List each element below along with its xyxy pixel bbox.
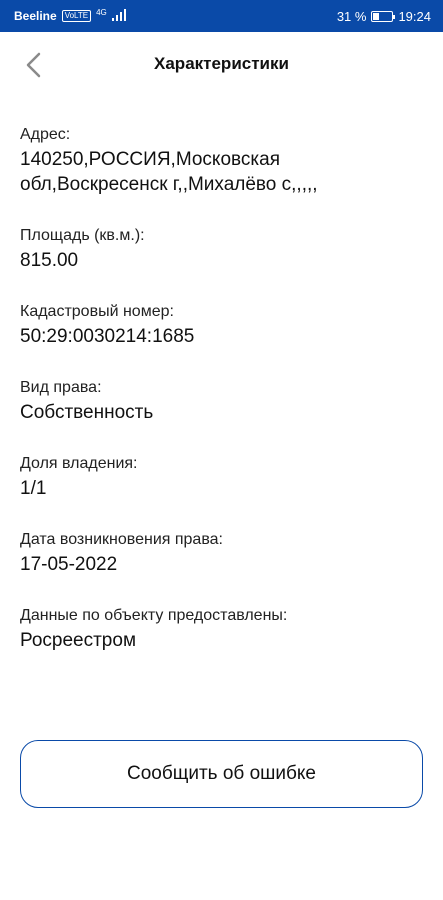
clock: 19:24: [398, 8, 431, 24]
field-label: Вид права:: [20, 379, 102, 396]
characteristics-list: Адрес: 140250,РОССИЯ,Московская обл,Воск…: [20, 124, 424, 681]
field-ownership-share: Доля владения: 1/1: [20, 453, 424, 501]
field-value: 17-05-2022: [20, 554, 118, 575]
battery-fill: [373, 12, 380, 20]
field-value: 140250,РОССИЯ,Московская обл,Воскресенск…: [20, 149, 318, 195]
field-value: 1/1: [20, 478, 47, 499]
field-value: Собственность: [20, 402, 154, 423]
field-label: Адрес:: [20, 126, 71, 143]
field-area: Площадь (кв.м.): 815.00: [20, 225, 424, 273]
field-cadastral-number: Кадастровый номер: 50:29:0030214:1685: [20, 301, 424, 349]
status-bar: Beeline VoLTE 4G 31 % 19:24: [0, 0, 443, 32]
report-error-button[interactable]: Сообщить об ошибке: [20, 740, 423, 808]
signal-icon: [111, 8, 126, 24]
field-value: 815.00: [20, 250, 79, 271]
field-address: Адрес: 140250,РОССИЯ,Московская обл,Воск…: [20, 124, 424, 197]
battery-percent: 31 %: [336, 8, 367, 24]
page-title: Характеристики: [154, 54, 289, 73]
volte-badge: VoLTE: [61, 10, 92, 22]
field-right-type: Вид права: Собственность: [20, 377, 424, 425]
field-label: Доля владения:: [20, 455, 138, 472]
field-label: Площадь (кв.м.):: [20, 227, 145, 244]
field-label: Кадастровый номер:: [20, 303, 174, 320]
status-bar-right: 31 % 19:24: [337, 9, 431, 24]
status-bar-left: Beeline VoLTE 4G: [14, 7, 126, 24]
field-value: Росреестром: [20, 630, 137, 651]
field-right-date: Дата возникновения права: 17-05-2022: [20, 529, 424, 577]
field-label: Дата возникновения права:: [20, 531, 223, 548]
carrier-name: Beeline: [14, 9, 57, 23]
field-data-source: Данные по объекту предоставлены: Росреес…: [20, 605, 424, 653]
field-value: 50:29:0030214:1685: [20, 326, 195, 347]
field-label: Данные по объекту предоставлены:: [20, 607, 288, 624]
network-type: 4G: [96, 7, 107, 17]
battery-icon: [371, 10, 396, 22]
app-header: Характеристики: [0, 32, 443, 98]
